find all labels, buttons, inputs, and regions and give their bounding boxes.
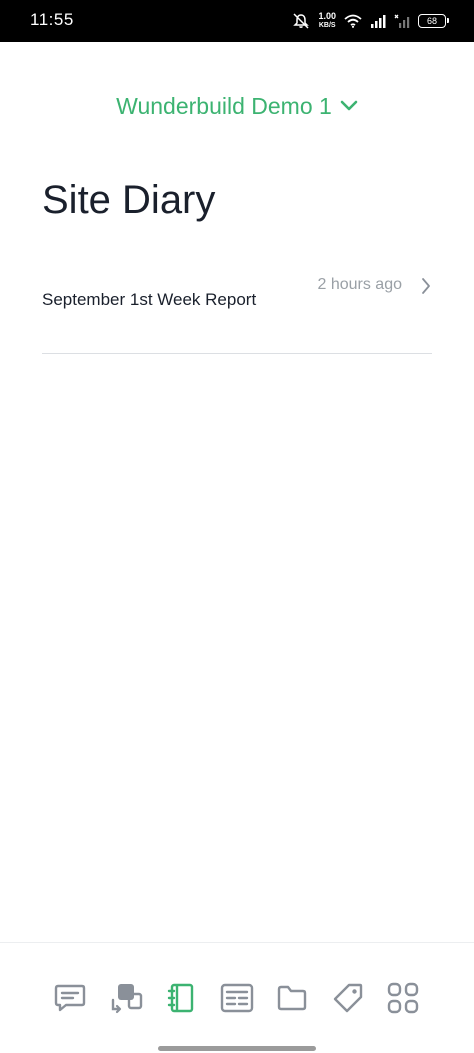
network-speed-value: 1.00 [318, 11, 336, 21]
status-time: 11:55 [30, 10, 74, 29]
transfer-icon [109, 982, 143, 1019]
tag-icon [332, 982, 364, 1019]
nav-item-more[interactable] [386, 982, 420, 1019]
project-name: Wunderbuild Demo 1 [116, 92, 332, 119]
nav-item-messages[interactable] [53, 983, 87, 1017]
diary-entry-row[interactable]: September 1st Week Report 2 hours ago [42, 268, 432, 354]
messages-icon [54, 983, 86, 1018]
nav-item-forms[interactable] [220, 983, 254, 1017]
status-bar: 11:55 1.00 KB/S 68 [0, 0, 474, 42]
diary-entry-title: September 1st Week Report [42, 290, 257, 309]
battery-icon: 68 [418, 14, 449, 28]
status-icons: 1.00 KB/S 68 [292, 9, 449, 33]
page-title: Site Diary [42, 178, 216, 222]
signal-no-service-icon [394, 14, 410, 28]
folder-icon [276, 984, 308, 1017]
mute-icon [292, 13, 310, 29]
site-diary-icon [166, 982, 196, 1019]
nav-item-files[interactable] [275, 983, 309, 1017]
diary-entry-time: 2 hours ago [317, 276, 402, 293]
network-speed: 1.00 KB/S [318, 12, 336, 30]
bottom-nav [0, 942, 474, 1053]
home-indicator[interactable] [158, 1046, 316, 1051]
chevron-right-icon [420, 276, 432, 301]
network-speed-unit: KB/S [318, 22, 336, 29]
forms-icon [220, 983, 254, 1018]
signal-strength-icon [370, 14, 386, 28]
nav-item-transfer[interactable] [109, 983, 143, 1017]
more-apps-icon [387, 982, 419, 1019]
chevron-down-icon [340, 100, 358, 112]
wifi-icon [344, 14, 362, 28]
nav-item-site-diary[interactable] [164, 983, 198, 1017]
nav-item-tags[interactable] [331, 983, 365, 1017]
project-selector[interactable]: Wunderbuild Demo 1 [0, 88, 474, 124]
battery-level: 68 [426, 16, 437, 26]
